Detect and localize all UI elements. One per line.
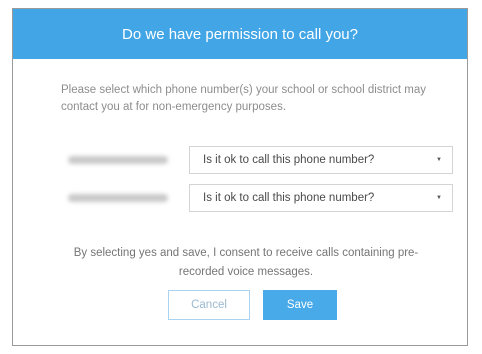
masked-phone-number: [68, 194, 168, 202]
select-value: Is it ok to call this phone number?: [203, 192, 375, 204]
consent-text: By selecting yes and save, I consent to …: [73, 247, 419, 278]
masked-phone-number: [68, 156, 168, 164]
chevron-down-icon: ▼: [436, 195, 442, 201]
dialog-header: Do we have permission to call you?: [13, 9, 467, 59]
select-value: Is it ok to call this phone number?: [203, 154, 375, 166]
phone-row: Is it ok to call this phone number? ▼: [13, 184, 467, 214]
chevron-down-icon: ▼: [436, 157, 442, 163]
call-permission-select[interactable]: Is it ok to call this phone number? ▼: [189, 184, 453, 212]
phone-row: Is it ok to call this phone number? ▼: [13, 146, 467, 176]
intro-text: Please select which phone number(s) your…: [61, 84, 426, 113]
save-button[interactable]: Save: [263, 290, 337, 320]
cancel-button[interactable]: Cancel: [168, 290, 250, 320]
permission-dialog: Do we have permission to call you? Pleas…: [12, 8, 468, 346]
call-permission-select[interactable]: Is it ok to call this phone number? ▼: [189, 146, 453, 174]
dialog-title: Do we have permission to call you?: [122, 25, 358, 43]
